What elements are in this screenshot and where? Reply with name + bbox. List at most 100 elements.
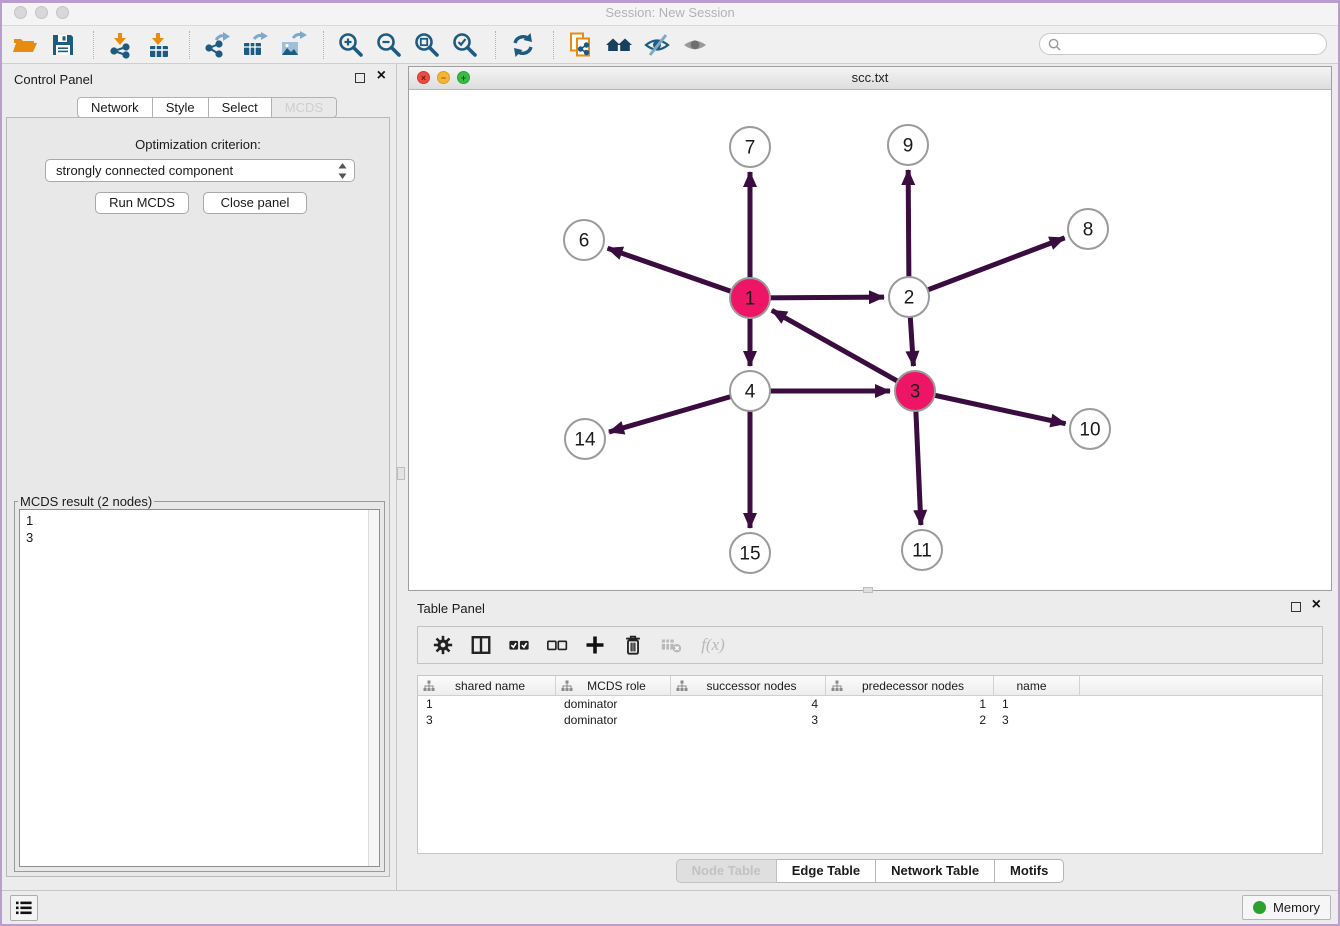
export-table-icon[interactable] bbox=[238, 29, 272, 61]
graph-edge[interactable] bbox=[772, 310, 915, 391]
graph-node[interactable]: 14 bbox=[565, 419, 605, 459]
select-all-icon[interactable] bbox=[506, 632, 532, 658]
delete-column-trash-icon[interactable] bbox=[620, 632, 646, 658]
tab-node-table[interactable]: Node Table bbox=[676, 859, 777, 883]
network-minimize-icon[interactable]: − bbox=[437, 71, 450, 84]
network-maximize-icon[interactable]: + bbox=[457, 71, 470, 84]
optimization-criterion-select[interactable]: strongly connected component bbox=[45, 159, 355, 182]
column-type-icon bbox=[831, 680, 843, 692]
mcds-result-box[interactable]: 1 3 bbox=[19, 509, 380, 867]
hide-selected-icon[interactable] bbox=[640, 29, 674, 61]
graph-node[interactable]: 2 bbox=[889, 277, 929, 317]
table-cell: 1 bbox=[826, 696, 994, 712]
tab-select[interactable]: Select bbox=[209, 97, 272, 118]
float-table-panel-icon[interactable] bbox=[1291, 602, 1301, 612]
node-table[interactable]: shared name MCDS role successor nodes pr… bbox=[417, 675, 1323, 854]
column-header-label: successor nodes bbox=[688, 679, 825, 693]
column-type-icon bbox=[561, 680, 573, 692]
memory-button[interactable]: Memory bbox=[1242, 895, 1331, 920]
search-input[interactable] bbox=[1066, 36, 1326, 53]
table-cell: 1 bbox=[418, 696, 556, 712]
horizontal-splitter-handle[interactable] bbox=[397, 467, 405, 480]
table-panel: Table Panel × f(x) shared name MCDS role… bbox=[408, 595, 1332, 890]
graph-node[interactable]: 7 bbox=[730, 127, 770, 167]
add-column-icon[interactable] bbox=[582, 632, 608, 658]
status-bar: Memory bbox=[0, 890, 1340, 926]
result-scrollbar[interactable] bbox=[368, 510, 379, 866]
run-mcds-button[interactable]: Run MCDS bbox=[95, 192, 189, 214]
column-header[interactable]: successor nodes bbox=[671, 676, 826, 695]
column-header[interactable]: name bbox=[994, 676, 1080, 695]
memory-status-icon bbox=[1253, 901, 1266, 914]
tab-edge-table[interactable]: Edge Table bbox=[777, 859, 876, 883]
mcds-result-group: MCDS result (2 nodes) 1 3 bbox=[14, 494, 385, 872]
column-header[interactable]: shared name bbox=[418, 676, 556, 695]
open-session-icon[interactable] bbox=[8, 29, 42, 61]
graph-node[interactable]: 9 bbox=[888, 125, 928, 165]
network-canvas[interactable]: 7 9 6 8 1 2 4 3 14 10 15 11 bbox=[409, 89, 1331, 590]
export-image-icon[interactable] bbox=[276, 29, 310, 61]
graph-node[interactable]: 1 bbox=[730, 278, 770, 318]
tab-network-table[interactable]: Network Table bbox=[876, 859, 995, 883]
network-window-titlebar[interactable]: × − + scc.txt bbox=[409, 67, 1331, 90]
column-header-label: shared name bbox=[435, 679, 555, 693]
first-neighbors-icon[interactable] bbox=[602, 29, 636, 61]
mcds-result-title: MCDS result (2 nodes) bbox=[18, 494, 154, 509]
toolbar-separator bbox=[189, 31, 191, 59]
graph-node[interactable]: 4 bbox=[730, 371, 770, 411]
table-cell: dominator bbox=[556, 712, 671, 728]
control-panel: Control Panel × Network Style Select MCD… bbox=[0, 64, 397, 890]
memory-label: Memory bbox=[1273, 900, 1320, 915]
graph-edge[interactable] bbox=[608, 248, 750, 298]
clone-network-icon[interactable] bbox=[564, 29, 598, 61]
apply-layout-icon[interactable] bbox=[506, 29, 540, 61]
unselect-all-icon[interactable] bbox=[544, 632, 570, 658]
close-panel-icon[interactable]: × bbox=[377, 67, 386, 85]
table-cell: 4 bbox=[671, 696, 826, 712]
selected-criterion: strongly connected component bbox=[56, 163, 233, 178]
zoom-in-icon[interactable] bbox=[334, 29, 368, 61]
graph-node-label: 10 bbox=[1079, 420, 1100, 441]
toolbar-separator bbox=[323, 31, 325, 59]
show-column-panel-icon[interactable] bbox=[468, 632, 494, 658]
table-settings-gear-icon[interactable] bbox=[430, 632, 456, 658]
vertical-splitter-handle[interactable] bbox=[863, 587, 873, 593]
tab-motifs[interactable]: Motifs bbox=[995, 859, 1064, 883]
search-box[interactable] bbox=[1039, 33, 1327, 55]
table-row[interactable]: 1dominator411 bbox=[418, 696, 1322, 712]
tab-network[interactable]: Network bbox=[77, 97, 153, 118]
zoom-selected-icon[interactable] bbox=[448, 29, 482, 61]
show-all-icon[interactable] bbox=[678, 29, 712, 61]
tab-mcds[interactable]: MCDS bbox=[272, 97, 337, 118]
graph-node[interactable]: 11 bbox=[902, 530, 942, 570]
function-builder-icon[interactable]: f(x) bbox=[696, 632, 730, 658]
graph-node[interactable]: 6 bbox=[564, 220, 604, 260]
graph-node[interactable]: 15 bbox=[730, 533, 770, 573]
graph-edge[interactable] bbox=[909, 238, 1065, 297]
graph-node[interactable]: 3 bbox=[895, 371, 935, 411]
graph-edge[interactable] bbox=[609, 391, 750, 432]
tab-style[interactable]: Style bbox=[153, 97, 209, 118]
network-close-icon[interactable]: × bbox=[417, 71, 430, 84]
dropdown-stepper-icon bbox=[338, 163, 347, 182]
zoom-fit-icon[interactable] bbox=[410, 29, 444, 61]
close-panel-button[interactable]: Close panel bbox=[203, 192, 307, 214]
column-header[interactable]: MCDS role bbox=[556, 676, 671, 695]
import-network-icon[interactable] bbox=[104, 29, 138, 61]
zoom-out-icon[interactable] bbox=[372, 29, 406, 61]
import-table-icon[interactable] bbox=[142, 29, 176, 61]
graph-node-label: 4 bbox=[745, 382, 756, 403]
save-session-icon[interactable] bbox=[46, 29, 80, 61]
task-history-icon[interactable] bbox=[10, 895, 38, 921]
close-table-panel-icon[interactable]: × bbox=[1312, 596, 1321, 614]
network-window-title: scc.txt bbox=[409, 67, 1331, 89]
graph-node[interactable]: 8 bbox=[1068, 209, 1108, 249]
export-network-icon[interactable] bbox=[200, 29, 234, 61]
graph-node[interactable]: 10 bbox=[1070, 409, 1110, 449]
float-panel-icon[interactable] bbox=[355, 73, 365, 83]
graph-edge[interactable] bbox=[915, 391, 1066, 424]
table-row[interactable]: 3dominator323 bbox=[418, 712, 1322, 728]
delete-table-icon[interactable] bbox=[658, 632, 684, 658]
graph-node-label: 1 bbox=[745, 289, 756, 310]
column-header[interactable]: predecessor nodes bbox=[826, 676, 994, 695]
